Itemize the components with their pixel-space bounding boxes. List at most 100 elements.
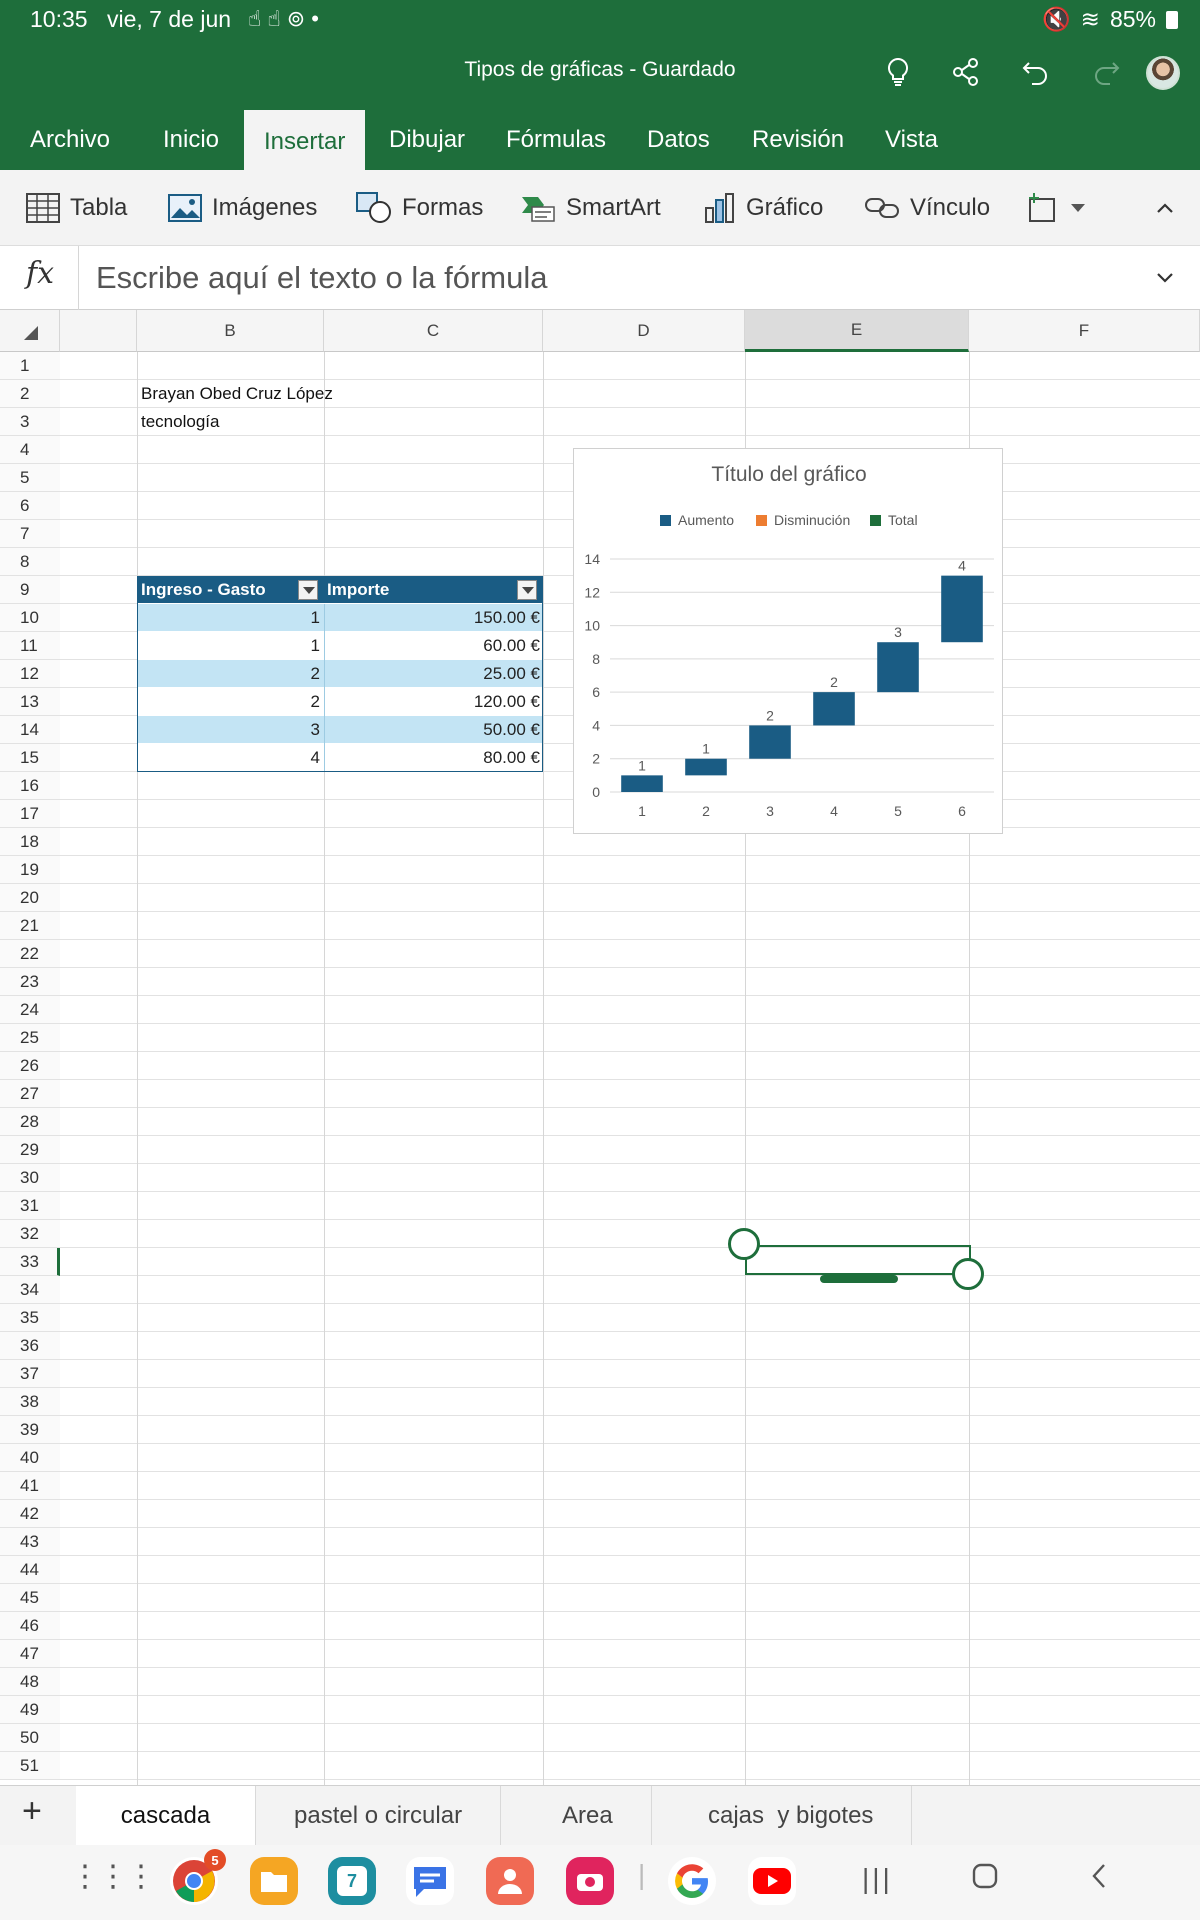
row-header[interactable]: 24 [0, 996, 60, 1024]
row-header[interactable]: 28 [0, 1108, 60, 1136]
sheet-tab-cascada[interactable]: cascada [76, 1786, 256, 1846]
row-header[interactable]: 11 [0, 632, 60, 660]
contacts-app-icon[interactable] [486, 1857, 534, 1905]
files-app-icon[interactable] [250, 1857, 298, 1905]
row-header[interactable]: 10 [0, 604, 60, 632]
row-header[interactable]: 18 [0, 828, 60, 856]
row-header[interactable]: 19 [0, 856, 60, 884]
row-header[interactable]: 12 [0, 660, 60, 688]
tab-inicio[interactable]: Inicio [163, 126, 219, 154]
cell-b3[interactable]: tecnología [141, 412, 219, 432]
row-header[interactable]: 6 [0, 492, 60, 520]
row-header[interactable]: 23 [0, 968, 60, 996]
row-header[interactable]: 37 [0, 1360, 60, 1388]
row-header[interactable]: 2 [0, 380, 60, 408]
recent-apps-button[interactable]: ||| [862, 1863, 893, 1895]
row-header[interactable]: 9 [0, 576, 60, 604]
row-header[interactable]: 20 [0, 884, 60, 912]
row-header[interactable]: 14 [0, 716, 60, 744]
waterfall-chart[interactable]: Título del gráfico Aumento Disminución Tota… [573, 448, 1003, 834]
app-drawer-icon[interactable]: ⋮⋮⋮ [70, 1859, 156, 1894]
row-header[interactable]: 22 [0, 940, 60, 968]
lightbulb-icon[interactable] [880, 54, 916, 90]
cell-selection-e33[interactable] [745, 1245, 971, 1275]
row-header[interactable]: 16 [0, 772, 60, 800]
sheet-tab-cajas[interactable]: cajas y bigotes [670, 1786, 913, 1846]
tab-archivo[interactable]: Archivo [30, 126, 110, 154]
row-header[interactable]: 7 [0, 520, 60, 548]
formula-input[interactable]: Escribe aquí el texto o la fórmula [96, 260, 547, 296]
row-header[interactable]: 15 [0, 744, 60, 772]
column-header-b[interactable]: B [137, 310, 324, 352]
row-header[interactable]: 43 [0, 1528, 60, 1556]
expand-formula-icon[interactable] [1156, 264, 1174, 290]
messages-app-icon[interactable] [406, 1857, 454, 1905]
insert-table-button[interactable]: Tabla [26, 190, 127, 226]
insert-more-button[interactable] [1026, 190, 1086, 226]
undo-icon[interactable] [1018, 54, 1054, 90]
redo-icon[interactable] [1088, 54, 1124, 90]
youtube-app-icon[interactable] [748, 1857, 796, 1905]
row-header[interactable]: 21 [0, 912, 60, 940]
row-header[interactable]: 36 [0, 1332, 60, 1360]
insert-chart-button[interactable]: Gráfico [704, 190, 823, 226]
row-header[interactable]: 4 [0, 436, 60, 464]
row-header[interactable]: 48 [0, 1668, 60, 1696]
row-header[interactable]: 32 [0, 1220, 60, 1248]
google-app-icon[interactable] [668, 1857, 716, 1905]
row-header[interactable]: 50 [0, 1724, 60, 1752]
row-header[interactable]: 47 [0, 1640, 60, 1668]
fx-icon[interactable]: fx [26, 256, 54, 291]
row-header[interactable]: 26 [0, 1052, 60, 1080]
select-all-corner[interactable] [0, 310, 60, 352]
column-header-d[interactable]: D [543, 310, 745, 352]
tab-datos[interactable]: Datos [647, 126, 710, 154]
column-header-a[interactable] [60, 310, 137, 352]
cell-b2[interactable]: Brayan Obed Cruz López [141, 384, 333, 404]
row-header[interactable]: 30 [0, 1164, 60, 1192]
row-header[interactable]: 51 [0, 1752, 60, 1780]
row-header[interactable]: 25 [0, 1024, 60, 1052]
row-header[interactable]: 33 [0, 1248, 60, 1276]
row-header[interactable]: 39 [0, 1416, 60, 1444]
row-header[interactable]: 29 [0, 1136, 60, 1164]
row-header[interactable]: 13 [0, 688, 60, 716]
row-header[interactable]: 5 [0, 464, 60, 492]
calendar-app-icon[interactable]: 7 [328, 1857, 376, 1905]
back-button[interactable] [1090, 1863, 1108, 1896]
tab-revision[interactable]: Revisión [752, 126, 844, 154]
row-header[interactable]: 3 [0, 408, 60, 436]
row-header[interactable]: 1 [0, 352, 60, 380]
column-header-f[interactable]: F [969, 310, 1200, 352]
share-icon[interactable] [948, 54, 984, 90]
chrome-app-icon[interactable]: 5 [170, 1849, 226, 1905]
row-header[interactable]: 34 [0, 1276, 60, 1304]
column-header-e[interactable]: E [745, 310, 969, 352]
selection-handle-start[interactable] [728, 1228, 760, 1260]
tab-formulas[interactable]: Fórmulas [506, 126, 606, 154]
sheet-tab-pastel[interactable]: pastel o circular [256, 1786, 502, 1846]
tab-dibujar[interactable]: Dibujar [389, 126, 465, 154]
insert-images-button[interactable]: Imágenes [168, 190, 317, 226]
row-header[interactable]: 40 [0, 1444, 60, 1472]
row-header[interactable]: 49 [0, 1696, 60, 1724]
home-button[interactable] [972, 1863, 998, 1896]
column-header-c[interactable]: C [324, 310, 543, 352]
tab-insertar[interactable]: Insertar [244, 110, 366, 170]
row-header[interactable]: 8 [0, 548, 60, 576]
selection-handle-end[interactable] [952, 1258, 984, 1290]
insert-shapes-button[interactable]: Formas [356, 190, 483, 226]
row-header[interactable]: 46 [0, 1612, 60, 1640]
row-header[interactable]: 31 [0, 1192, 60, 1220]
tab-vista[interactable]: Vista [885, 126, 938, 154]
insert-link-button[interactable]: Vínculo [864, 190, 990, 226]
selection-drag-handle[interactable] [820, 1275, 898, 1283]
sheet-tab-area[interactable]: Area [524, 1786, 652, 1846]
camera-app-icon[interactable] [566, 1857, 614, 1905]
row-header[interactable]: 27 [0, 1080, 60, 1108]
row-header[interactable]: 41 [0, 1472, 60, 1500]
row-header[interactable]: 45 [0, 1584, 60, 1612]
row-header[interactable]: 42 [0, 1500, 60, 1528]
collapse-ribbon-button[interactable] [1156, 190, 1174, 226]
row-header[interactable]: 17 [0, 800, 60, 828]
